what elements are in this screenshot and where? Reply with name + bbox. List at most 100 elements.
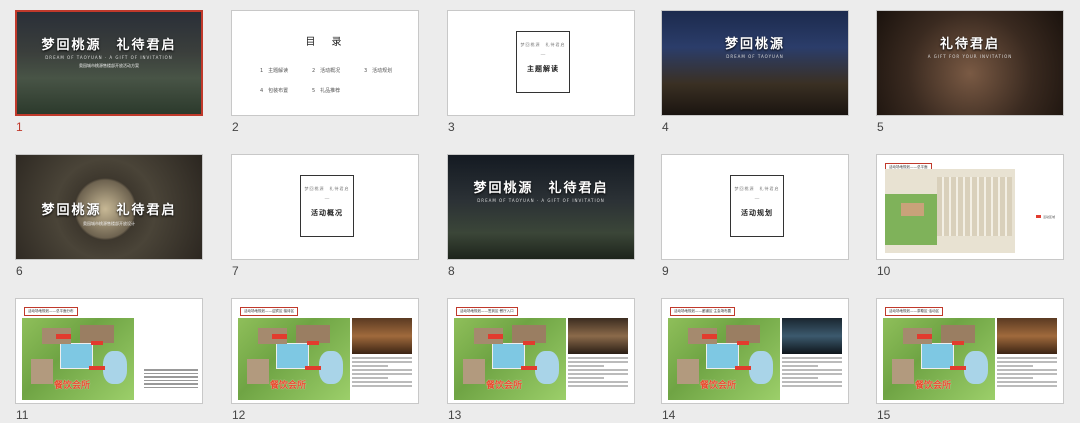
map-water — [963, 350, 989, 384]
slide-thumbnail-6[interactable]: 梦回桃源 礼待君启 奥园城市桃源售楼部开放设计 — [15, 154, 203, 260]
map-roof2 — [512, 324, 546, 343]
text-line — [997, 373, 1057, 375]
legend-swatch — [1035, 215, 1041, 218]
map-roof2 — [296, 324, 330, 343]
section-kicker: 梦回桃源 礼待君启 — [734, 186, 780, 191]
slide-thumbnail-3[interactable]: 梦回桃源 礼待君启 — 主题解读 — [447, 10, 635, 116]
map-red3 — [305, 365, 321, 371]
map-red1 — [271, 334, 288, 340]
text-line — [997, 385, 1057, 387]
clubhouse-zone — [900, 202, 924, 217]
text-line — [782, 361, 842, 363]
text-line — [782, 373, 842, 375]
slide-number: 14 — [662, 408, 676, 422]
slide-thumbnail-10[interactable]: 活动场地规划——总平面 活动区域 — [876, 154, 1064, 260]
residential-zone — [937, 177, 1013, 237]
slide-subtitle: DREAM OF TAOYUAN · A GIFT OF INVITATION — [477, 198, 605, 203]
map-roof2 — [80, 324, 114, 343]
text-line — [568, 357, 628, 359]
slide-title: 礼待君启 — [939, 36, 1000, 51]
text-line — [144, 383, 198, 385]
map-red1 — [916, 334, 933, 340]
slide-number: 11 — [16, 408, 29, 422]
map-water — [318, 350, 344, 384]
text-line — [782, 381, 842, 383]
notes-text — [144, 367, 198, 390]
divider: — — [540, 52, 546, 58]
map-roof3 — [676, 359, 700, 384]
slide-thumbnail-11[interactable]: 活动场地规划——总平面分布 餐饮会所 — [15, 298, 203, 404]
slide-thumbnail-1[interactable]: 梦回桃源 礼待君启 DREAM OF TAOYUAN · A GIFT OF IN… — [15, 10, 203, 116]
slide-thumbnail-13[interactable]: 活动场地规划——签到区·餐厅入口 餐饮会所 — [447, 298, 635, 404]
map-red1 — [701, 334, 718, 340]
text-line — [352, 381, 412, 383]
text-line — [997, 369, 1057, 371]
slide-subtitle: DREAM OF TAOYUAN · A GIFT OF INVITATION — [45, 55, 173, 60]
text-line — [568, 361, 628, 363]
text-line — [997, 365, 1033, 367]
toc-item: 1 主题解读 — [260, 68, 289, 74]
text-line — [997, 377, 1033, 379]
map-red3 — [89, 365, 105, 371]
text-line — [144, 386, 198, 388]
map-red2 — [952, 340, 964, 346]
slide-thumbnail-4[interactable]: 梦回桃源 DREAM OF TAOYUAN — [661, 10, 849, 116]
text-line — [144, 369, 198, 371]
map-roof2 — [941, 324, 975, 343]
map-water — [534, 350, 560, 384]
text-line — [352, 357, 412, 359]
slide-number: 9 — [662, 264, 669, 278]
reference-photo — [352, 318, 412, 354]
slide-thumbnail-15[interactable]: 活动场地规划——茶歇区·活动区 餐饮会所 — [876, 298, 1064, 404]
map-red2 — [737, 340, 749, 346]
slide-thumbnail-12[interactable]: 活动场地规划——迎宾区·接待区 餐饮会所 — [231, 298, 419, 404]
text-line — [568, 381, 628, 383]
legend-label: 活动区域 — [1042, 215, 1055, 219]
slide-thumbnail-5[interactable]: 礼待君启 A GIFT FOR YOUR INVITATION — [876, 10, 1064, 116]
section-box: 梦回桃源 礼待君启 — 主题解读 — [516, 31, 570, 93]
slide-subtitle: DREAM OF TAOYUAN — [726, 54, 784, 59]
slide-title: 梦回桃源 — [724, 36, 785, 51]
slide-thumbnail-9[interactable]: 梦回桃源 礼待君启 — 活动规划 — [661, 154, 849, 260]
slide-number: 2 — [232, 120, 239, 134]
text-line — [782, 357, 842, 359]
divider: — — [754, 196, 760, 202]
slide-title: 梦回桃源 礼待君启 — [41, 37, 177, 52]
section-kicker: 梦回桃源 礼待君启 — [520, 42, 566, 47]
map-red1 — [55, 334, 72, 340]
map-roof3 — [891, 359, 915, 384]
text-line — [352, 373, 412, 375]
slide-thumbnail-14[interactable]: 活动场地规划——廊道区·主会场布置 餐饮会所 — [661, 298, 849, 404]
text-line — [568, 369, 628, 371]
slide-number: 3 — [448, 120, 455, 134]
masterplan-map — [885, 169, 1015, 253]
section-box: 梦回桃源 礼待君启 — 活动规划 — [730, 175, 784, 237]
text-line — [782, 365, 818, 367]
text-line — [997, 381, 1057, 383]
text-line — [782, 377, 818, 379]
slide-tag: 活动场地规划——茶歇区·活动区 — [885, 307, 944, 316]
map-label: 餐饮会所 — [486, 381, 523, 391]
map-legend: 活动区域 — [1035, 215, 1055, 219]
text-line — [352, 365, 388, 367]
slide-thumbnail-8[interactable]: 梦回桃源 礼待君启 DREAM OF TAOYUAN · A GIFT OF IN… — [447, 154, 635, 260]
slide-tag: 活动场地规划——迎宾区·接待区 — [240, 307, 299, 316]
reference-photo — [782, 318, 842, 354]
slide-thumbnail-2[interactable]: 目 录 1 主题解读 2 活动概况 3 活动规划 4 包装布置 5 礼品推荐 — [231, 10, 419, 116]
section-box: 梦回桃源 礼待君启 — 活动概况 — [300, 175, 354, 237]
slide-number: 10 — [877, 264, 891, 278]
slide-subtitle: A GIFT FOR YOUR INVITATION — [927, 54, 1013, 59]
text-line — [568, 373, 628, 375]
text-line — [568, 377, 604, 379]
text-line — [568, 365, 604, 367]
toc-item: 5 礼品推荐 — [312, 88, 341, 94]
text-line — [352, 361, 412, 363]
map-red1 — [487, 334, 504, 340]
reference-photo — [997, 318, 1057, 354]
slide-thumbnail-7[interactable]: 梦回桃源 礼待君启 — 活动概况 — [231, 154, 419, 260]
divider: — — [324, 196, 330, 202]
slide-number: 5 — [877, 120, 884, 134]
text-line — [568, 385, 628, 387]
section-title: 活动概况 — [311, 209, 343, 217]
toc-title: 目 录 — [305, 37, 345, 48]
